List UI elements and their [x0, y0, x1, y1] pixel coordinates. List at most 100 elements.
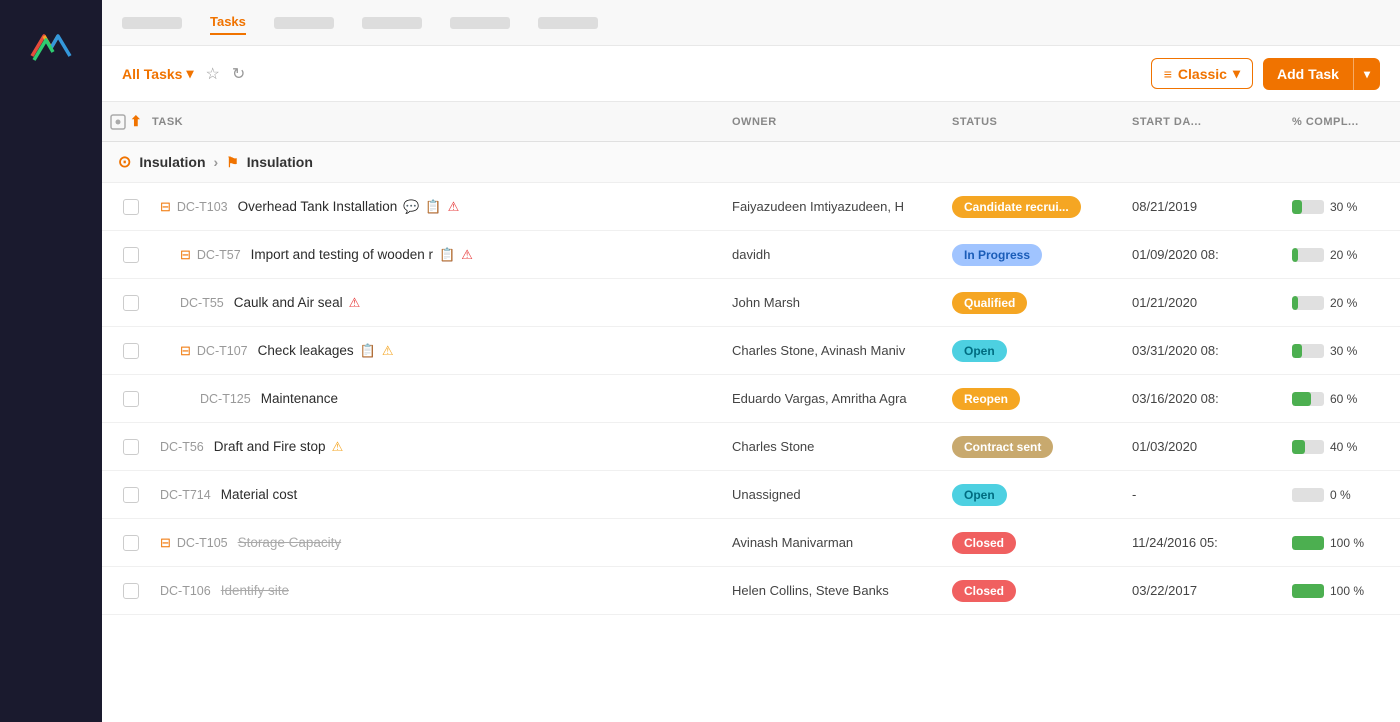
header-checkbox-col: ⬆: [110, 113, 152, 130]
row-checkbox[interactable]: [110, 391, 152, 407]
task-title[interactable]: Material cost: [221, 487, 298, 502]
progress-bar-fill: [1292, 296, 1298, 310]
checkbox-input[interactable]: [123, 487, 139, 503]
task-title[interactable]: Maintenance: [261, 391, 338, 406]
checkbox-input[interactable]: [123, 247, 139, 263]
checkbox-input[interactable]: [123, 439, 139, 455]
table-row: DC-T125 Maintenance Eduardo Vargas, Amri…: [102, 375, 1400, 423]
task-title[interactable]: Caulk and Air seal: [234, 295, 343, 310]
progress-bar-bg: [1292, 392, 1324, 406]
add-task-dropdown-icon[interactable]: ▾: [1354, 59, 1380, 89]
table-row: ⊟ DC-T105 Storage Capacity Avinash Maniv…: [102, 519, 1400, 567]
progress-bar-bg: [1292, 536, 1324, 550]
header-task: TASK: [152, 116, 732, 128]
status-badge: Closed: [952, 580, 1016, 602]
alert-red-icon: ⚠: [461, 247, 473, 263]
checkbox-input[interactable]: [123, 583, 139, 599]
row-checkbox[interactable]: [110, 439, 152, 455]
checkbox-input[interactable]: [123, 391, 139, 407]
progress-bar-fill: [1292, 200, 1302, 214]
progress-label: 20 %: [1330, 296, 1357, 310]
table-header: ⬆ TASK OWNER STATUS START DA... % COMPL.…: [102, 102, 1400, 142]
status-badge: Qualified: [952, 292, 1027, 314]
row-checkbox[interactable]: [110, 487, 152, 503]
task-table: ⬆ TASK OWNER STATUS START DA... % COMPL.…: [102, 102, 1400, 722]
owner-cell: Eduardo Vargas, Amritha Agra: [732, 391, 952, 406]
status-cell: Open: [952, 340, 1132, 362]
subtask-icon: ⊟: [160, 199, 171, 215]
row-checkbox[interactable]: [110, 535, 152, 551]
row-checkbox[interactable]: [110, 247, 152, 263]
status-cell: Contract sent: [952, 436, 1132, 458]
toolbar: All Tasks ▾ ☆ ↻ ≡ Classic ▾ Add Task ▾: [102, 46, 1400, 102]
task-title[interactable]: Check leakages: [258, 343, 354, 358]
table-row: DC-T106 Identify site Helen Collins, Ste…: [102, 567, 1400, 615]
table-row: DC-T714 Material cost Unassigned Open - …: [102, 471, 1400, 519]
list-icon: ≡: [1164, 66, 1172, 82]
start-date-cell: 03/31/2020 08:: [1132, 343, 1292, 358]
task-title[interactable]: Identify site: [221, 583, 289, 598]
header-start-date: START DA...: [1132, 116, 1292, 128]
status-badge: Open: [952, 484, 1007, 506]
row-checkbox[interactable]: [110, 583, 152, 599]
app-logo[interactable]: [24, 18, 78, 77]
collapse-icon[interactable]: ⊙: [118, 152, 131, 172]
progress-cell: 30 %: [1292, 200, 1392, 214]
checkbox-input[interactable]: [123, 295, 139, 311]
progress-cell: 100 %: [1292, 584, 1392, 598]
owner-cell: Charles Stone, Avinash Maniv: [732, 343, 952, 358]
start-date-cell: 03/22/2017: [1132, 583, 1292, 598]
status-badge: In Progress: [952, 244, 1042, 266]
favorite-icon[interactable]: ☆: [205, 64, 219, 84]
header-owner: OWNER: [732, 116, 952, 128]
task-name-cell: DC-T106 Identify site: [152, 575, 732, 606]
group-breadcrumb-start: Insulation: [139, 154, 205, 170]
nav-tab-tasks[interactable]: Tasks: [210, 10, 246, 35]
all-tasks-button[interactable]: All Tasks ▾: [122, 65, 193, 82]
row-checkbox[interactable]: [110, 343, 152, 359]
add-task-button[interactable]: Add Task ▾: [1263, 58, 1380, 90]
subtask-icon: ⊟: [180, 343, 191, 359]
classic-label: Classic: [1178, 66, 1227, 82]
status-cell: Reopen: [952, 388, 1132, 410]
alert-yellow-icon: ⚠: [382, 343, 394, 359]
sort-icon[interactable]: ⬆: [130, 113, 142, 130]
owner-cell: John Marsh: [732, 295, 952, 310]
checkbox-input[interactable]: [123, 535, 139, 551]
row-checkbox[interactable]: [110, 295, 152, 311]
progress-bar-bg: [1292, 584, 1324, 598]
task-title[interactable]: Import and testing of wooden r: [251, 247, 433, 262]
task-name-cell: DC-T125 Maintenance: [152, 383, 732, 414]
subtask-icon: ⊟: [160, 535, 171, 551]
task-title[interactable]: Overhead Tank Installation: [238, 199, 398, 214]
status-badge: Contract sent: [952, 436, 1053, 458]
classic-chevron-icon: ▾: [1233, 65, 1240, 82]
task-title[interactable]: Storage Capacity: [238, 535, 342, 550]
progress-label: 40 %: [1330, 440, 1357, 454]
message-icon: 💬: [403, 199, 419, 215]
refresh-icon[interactable]: ↻: [232, 64, 245, 84]
progress-bar-fill: [1292, 584, 1324, 598]
row-checkbox[interactable]: [110, 199, 152, 215]
classic-view-button[interactable]: ≡ Classic ▾: [1151, 58, 1253, 89]
checkbox-input[interactable]: [123, 199, 139, 215]
progress-cell: 20 %: [1292, 248, 1392, 262]
task-name-cell: DC-T56 Draft and Fire stop ⚠: [152, 431, 732, 463]
progress-bar-fill: [1292, 440, 1305, 454]
task-title[interactable]: Draft and Fire stop: [214, 439, 326, 454]
checkbox-input[interactable]: [123, 343, 139, 359]
progress-label: 30 %: [1330, 200, 1357, 214]
settings-icon[interactable]: [110, 114, 126, 130]
progress-bar-fill: [1292, 392, 1311, 406]
start-date-cell: 01/03/2020: [1132, 439, 1292, 454]
toolbar-right: ≡ Classic ▾ Add Task ▾: [1151, 58, 1380, 90]
main-content: Tasks All Tasks ▾ ☆ ↻ ≡ Classic ▾ Add Ta…: [102, 0, 1400, 722]
owner-cell: Avinash Manivarman: [732, 535, 952, 550]
status-cell: Candidate recrui...: [952, 196, 1132, 218]
table-row: DC-T56 Draft and Fire stop ⚠ Charles Sto…: [102, 423, 1400, 471]
task-id: DC-T57: [197, 248, 241, 262]
status-badge: Open: [952, 340, 1007, 362]
table-row: DC-T55 Caulk and Air seal ⚠ John Marsh Q…: [102, 279, 1400, 327]
progress-cell: 30 %: [1292, 344, 1392, 358]
add-task-label: Add Task: [1263, 58, 1353, 90]
